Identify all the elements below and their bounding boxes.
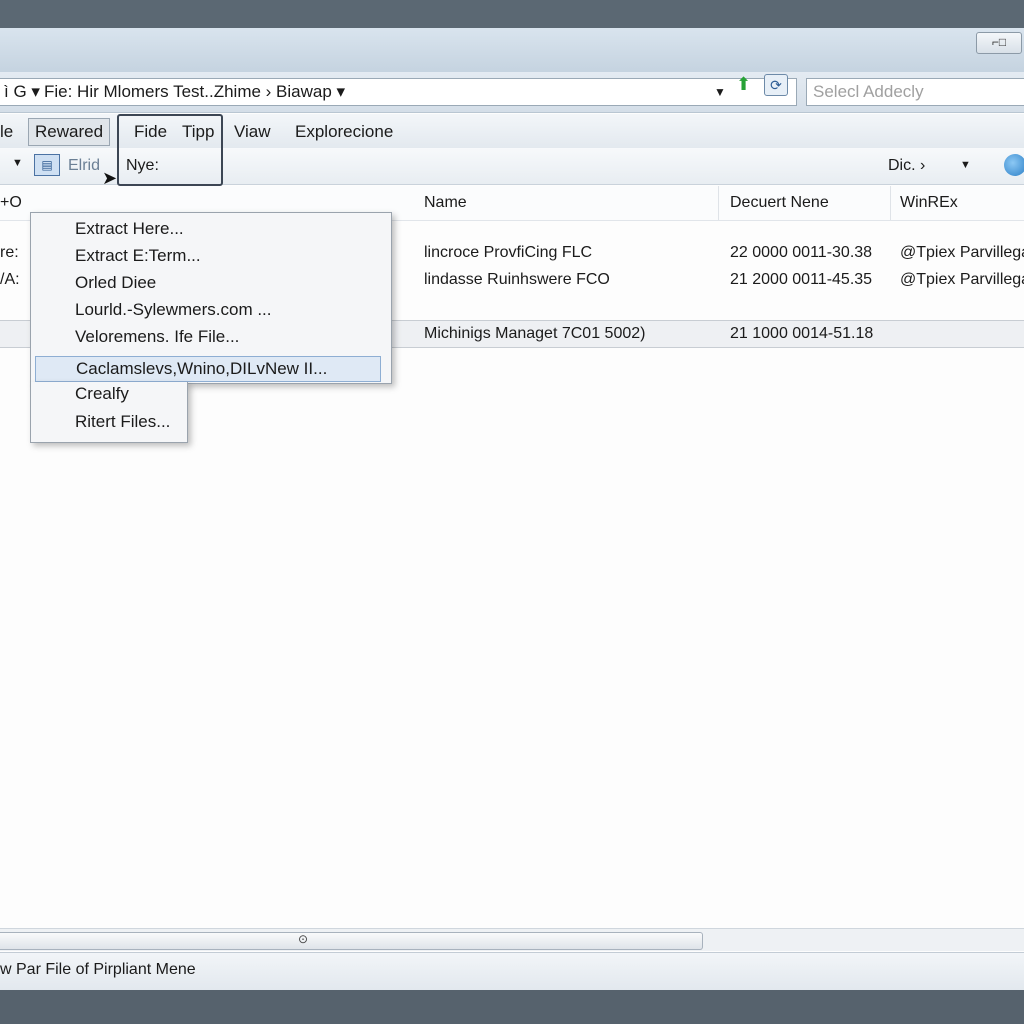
- column-document-name[interactable]: Decuert Nene: [730, 194, 829, 212]
- globe-icon[interactable]: [1004, 154, 1024, 176]
- menu-view[interactable]: Viaw: [234, 122, 271, 142]
- address-input[interactable]: ì G ▾ Fie: Hir Mlomers Test..Zhime › Bia…: [0, 78, 797, 106]
- column-winrar[interactable]: WinREx: [900, 194, 958, 212]
- title-bar: ⌐□: [0, 28, 1024, 72]
- status-bar: w Par File of Pirpliant Mene: [0, 952, 1024, 990]
- chevron-down-icon[interactable]: ▼: [960, 159, 971, 171]
- column-separator[interactable]: [718, 186, 719, 220]
- context-menu-continued: Crealfy Ritert Files...: [30, 382, 188, 443]
- scroll-grip-icon: ⊙: [298, 932, 309, 946]
- cell-date: 21 1000 0014-51.18: [730, 325, 874, 342]
- menu-explore[interactable]: Explorecione: [295, 122, 393, 142]
- menu-tipp[interactable]: Tipp: [182, 122, 214, 142]
- address-bar: ì G ▾ Fie: Hir Mlomers Test..Zhime › Bia…: [0, 72, 1024, 113]
- go-arrow-icon[interactable]: ⬆: [736, 74, 751, 95]
- chevron-down-icon[interactable]: ▼: [12, 157, 23, 169]
- menu-item-4[interactable]: Lourld.-Sylewmers.com ...: [75, 300, 272, 320]
- status-text: w Par File of Pirpliant Mene: [0, 961, 196, 978]
- toolbar-button-1[interactable]: Elrid: [68, 157, 100, 175]
- menu-item-highlighted[interactable]: Caclamslevs,Wnino,DILvNew II...: [35, 356, 381, 382]
- menu-item-3[interactable]: Orled Diee: [75, 273, 156, 293]
- cell-type: @Tpiex Parvillega: [900, 271, 1024, 288]
- desktop-strip: [0, 990, 1024, 1024]
- search-input[interactable]: [807, 79, 1020, 105]
- menu-item-7[interactable]: Crealfy: [75, 384, 129, 404]
- save-icon[interactable]: ▤: [34, 154, 60, 176]
- context-menu: Extract Here... Extract E:Term... Orled …: [30, 212, 392, 384]
- menu-item-extract-to[interactable]: Extract E:Term...: [75, 246, 201, 266]
- menu-item-extract-here[interactable]: Extract Here...: [75, 219, 184, 239]
- menu-bar: le Rewared Fide Tipp Viaw Explorecione: [0, 114, 1024, 148]
- chevron-down-icon[interactable]: ▼: [714, 79, 726, 105]
- cell-left: /A:: [0, 271, 20, 288]
- horizontal-scrollbar[interactable]: ⊙: [0, 928, 1024, 951]
- column-left[interactable]: +O: [0, 194, 22, 212]
- refresh-icon[interactable]: ⟳: [764, 74, 788, 96]
- toolbar-details-button[interactable]: Dic. ›: [888, 157, 925, 175]
- cell-name: lindasse Ruinhswere FCO: [424, 271, 610, 288]
- cursor-icon: ➤: [102, 168, 118, 188]
- cell-date: 21 2000 0011-45.35: [730, 271, 873, 288]
- cell-type: @Tpiex Parvillega: [900, 244, 1024, 261]
- column-name[interactable]: Name: [424, 194, 467, 212]
- search-box: [806, 78, 1024, 106]
- cell-left: re:: [0, 244, 19, 261]
- nav-back-dropdown[interactable]: ì G ▾: [4, 79, 40, 105]
- menu-item-5[interactable]: Veloremens. Ife File...: [75, 327, 239, 347]
- cell-date: 22 0000 0011-30.38: [730, 244, 873, 261]
- menu-item-8[interactable]: Ritert Files...: [75, 412, 170, 432]
- explorer-window: ⌐□ ì G ▾ Fie: Hir Mlomers Test..Zhime › …: [0, 28, 1024, 990]
- column-separator[interactable]: [890, 186, 891, 220]
- menu-reward[interactable]: Rewared: [28, 118, 111, 146]
- cell-name: Michinigs Managet 7C01 5002): [424, 325, 646, 342]
- toolbar-button-2[interactable]: Nye:: [126, 157, 159, 175]
- menu-fide[interactable]: Fide: [134, 122, 167, 142]
- cell-name: lincroce ProvfiCing FLC: [424, 244, 593, 261]
- menu-file[interactable]: le: [0, 122, 13, 142]
- address-path[interactable]: Fie: Hir Mlomers Test..Zhime › Biawap ▾: [44, 79, 345, 105]
- window-control-button[interactable]: ⌐□: [976, 32, 1022, 54]
- toolbar: ▼ ▤ Elrid Nye: Dic. › ▼: [0, 148, 1024, 185]
- scrollbar-thumb[interactable]: ⊙: [0, 932, 703, 950]
